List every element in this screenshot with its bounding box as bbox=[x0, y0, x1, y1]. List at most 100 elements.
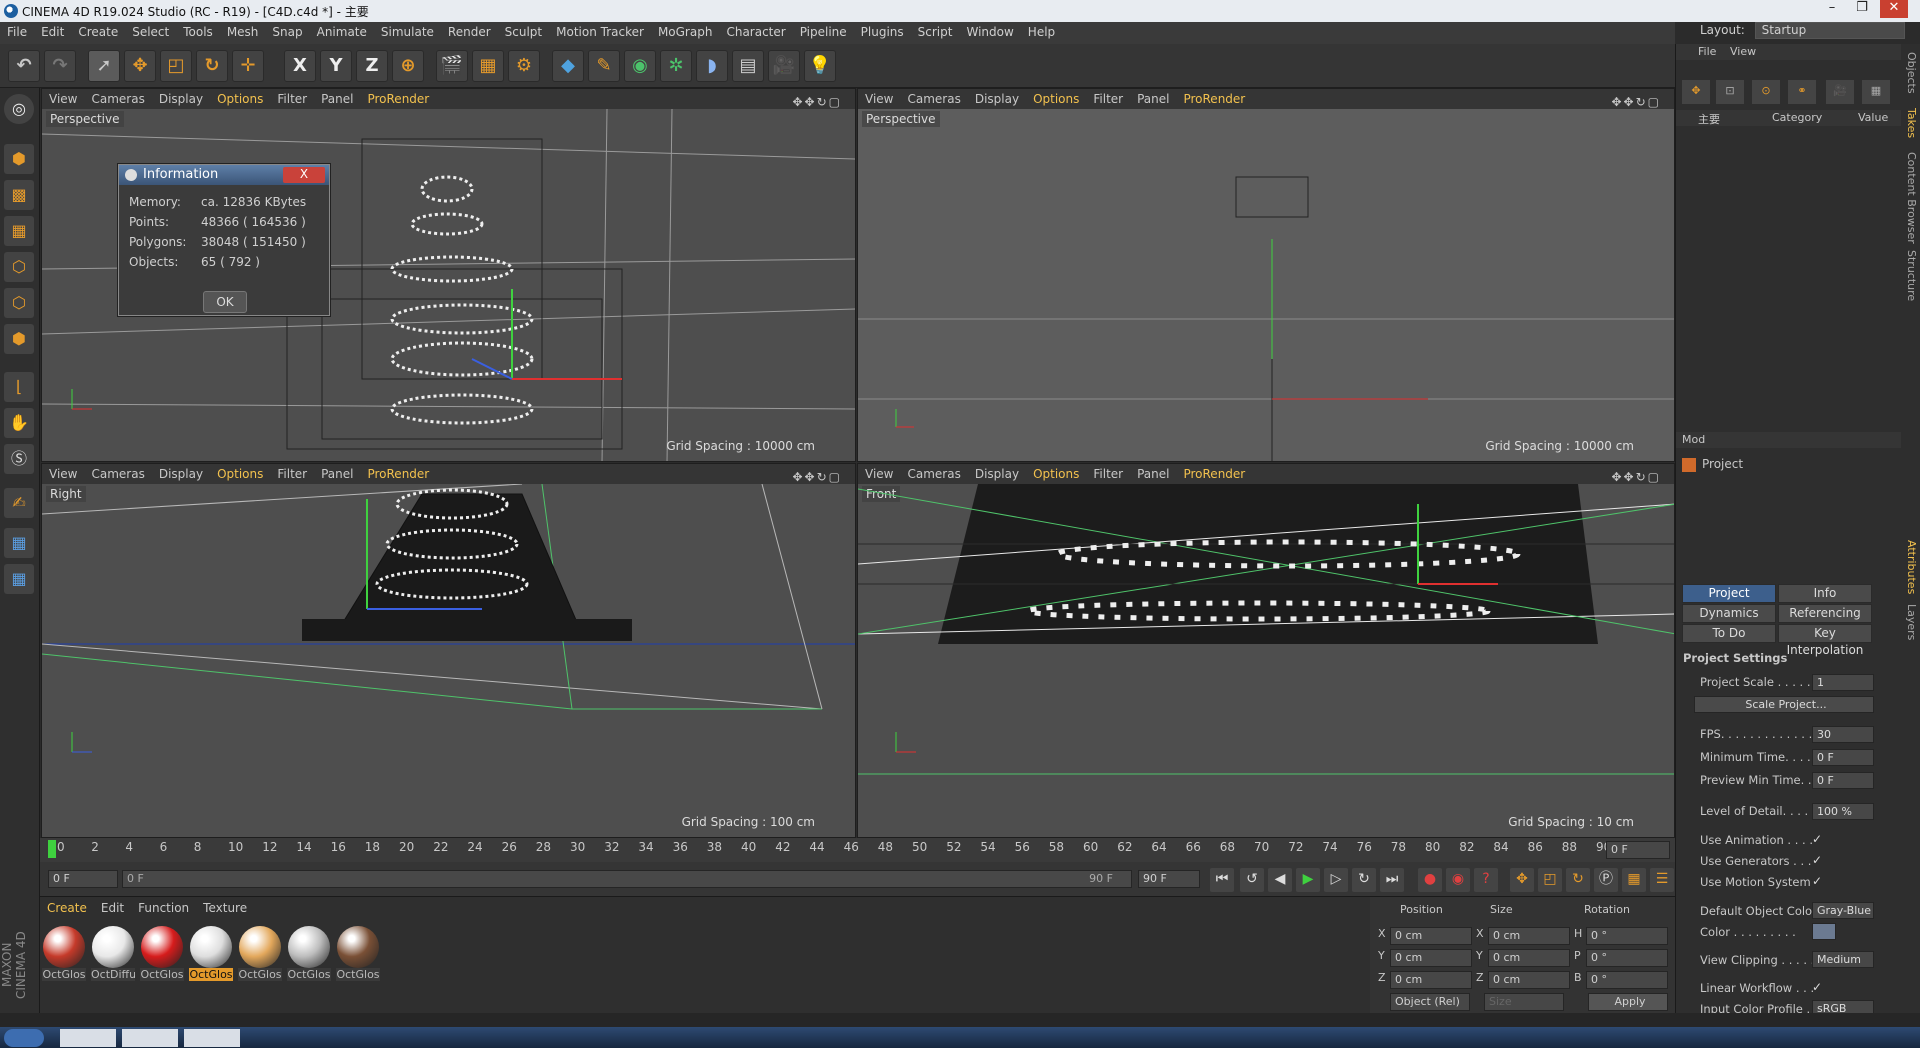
timeline-ruler[interactable]: 0 2 4 6 8 10 12 14 16 18 20 22 24 26 28 30 32 34 36 38 40 42 4… bbox=[40, 838, 1675, 862]
key-rotation-icon[interactable]: ↻ bbox=[1566, 868, 1590, 892]
rotation-field[interactable]: 0 ° bbox=[1586, 949, 1668, 967]
taskbar-item[interactable] bbox=[60, 1029, 116, 1047]
layout-selector[interactable]: Layout: Startup bbox=[1700, 22, 1905, 44]
menu-create[interactable]: Create bbox=[71, 22, 125, 39]
goto-start-icon[interactable]: ⏮ bbox=[1210, 868, 1234, 892]
mat-menu-edit[interactable]: Edit bbox=[94, 897, 131, 919]
undo-icon[interactable]: ↶ bbox=[8, 50, 40, 82]
next-key-icon[interactable]: ↻ bbox=[1352, 868, 1376, 892]
record-icon[interactable]: ● bbox=[1418, 868, 1442, 892]
viewport-front[interactable]: View Cameras Display Options Filter Panel ProR… bbox=[857, 463, 1675, 838]
vp-menu-prorender[interactable]: ProRender bbox=[1176, 464, 1252, 481]
light-icon[interactable]: 💡 bbox=[804, 50, 836, 82]
taskbar-item[interactable] bbox=[122, 1029, 178, 1047]
vp-menu-display[interactable]: Display bbox=[152, 464, 210, 481]
vp-menu-prorender[interactable]: ProRender bbox=[360, 89, 436, 106]
tab-key-interpolation[interactable]: Key Interpolation bbox=[1778, 624, 1872, 657]
rotate-icon[interactable]: ↻ bbox=[196, 50, 228, 82]
viewport-right[interactable]: View Cameras Display Options Filter Panel ProR… bbox=[41, 463, 856, 838]
material-swatch[interactable]: OctGlos bbox=[336, 926, 380, 981]
scale-project-button[interactable]: Scale Project... bbox=[1694, 696, 1874, 713]
world-coord-icon[interactable]: ⊕ bbox=[392, 50, 424, 82]
vp-menu-view[interactable]: View bbox=[858, 89, 900, 106]
apply-button[interactable]: Apply bbox=[1588, 993, 1668, 1011]
vp-menu-view[interactable]: View bbox=[42, 89, 84, 106]
next-frame-icon[interactable]: ▷ bbox=[1324, 868, 1348, 892]
vp-menu-display[interactable]: Display bbox=[968, 89, 1026, 106]
use-animation-checkbox[interactable]: ✓ bbox=[1812, 832, 1822, 846]
key-position-icon[interactable]: ✥ bbox=[1510, 868, 1534, 892]
z-axis-lock[interactable]: Z bbox=[356, 50, 388, 82]
render-picture-icon[interactable]: ▦ bbox=[472, 50, 504, 82]
current-frame-field[interactable]: 0 F bbox=[1606, 841, 1670, 859]
dialog-close-button[interactable]: X bbox=[283, 167, 325, 183]
material-swatch[interactable]: OctGlos bbox=[189, 926, 233, 981]
scale-icon[interactable]: ◰ bbox=[160, 50, 192, 82]
pen-icon[interactable]: ✎ bbox=[588, 50, 620, 82]
objects-menu-file[interactable]: File bbox=[1698, 45, 1716, 58]
vp-menu-options[interactable]: Options bbox=[1026, 464, 1086, 481]
viewport-nav-icons[interactable]: ✥✥↻▢ bbox=[1604, 92, 1668, 109]
mat-menu-texture[interactable]: Texture bbox=[196, 897, 254, 919]
takes-icon[interactable]: ✥ bbox=[1682, 80, 1710, 104]
menu-mesh[interactable]: Mesh bbox=[220, 22, 266, 39]
vp-menu-filter[interactable]: Filter bbox=[1086, 89, 1130, 106]
move-icon[interactable]: ✥ bbox=[124, 50, 156, 82]
tab-referencing[interactable]: Referencing bbox=[1778, 604, 1872, 623]
menu-snap[interactable]: Snap bbox=[265, 22, 309, 39]
size-field[interactable]: 0 cm bbox=[1488, 949, 1570, 967]
view-clipping-dropdown[interactable]: Medium bbox=[1812, 951, 1874, 968]
key-scale-icon[interactable]: ◰ bbox=[1538, 868, 1562, 892]
size-field[interactable]: 0 cm bbox=[1488, 927, 1570, 945]
menu-script[interactable]: Script bbox=[911, 22, 960, 39]
position-field[interactable]: 0 cm bbox=[1390, 971, 1472, 989]
goto-end-icon[interactable]: ⏭ bbox=[1380, 868, 1404, 892]
texture-mode-icon[interactable]: ▩ bbox=[4, 180, 34, 210]
dialog-ok-button[interactable]: OK bbox=[203, 291, 247, 313]
tweak-mode-icon[interactable]: ✋ bbox=[4, 408, 34, 438]
start-frame-field[interactable]: 0 F bbox=[48, 870, 118, 888]
vp-menu-panel[interactable]: Panel bbox=[314, 89, 360, 106]
material-swatch[interactable]: OctGlos bbox=[238, 926, 282, 981]
close-button[interactable]: ✕ bbox=[1880, 0, 1908, 18]
mat-menu-create[interactable]: Create bbox=[40, 897, 94, 919]
vp-menu-options[interactable]: Options bbox=[210, 89, 270, 106]
array-icon[interactable]: ✲ bbox=[660, 50, 692, 82]
timeline-menu-icon[interactable]: ☰ bbox=[1650, 868, 1674, 892]
redo-icon[interactable]: ↷ bbox=[44, 50, 76, 82]
autokey-icon[interactable]: ◉ bbox=[1446, 868, 1470, 892]
object-mode-icon[interactable]: ⬢ bbox=[4, 144, 34, 174]
menu-window[interactable]: Window bbox=[959, 22, 1020, 39]
color-swatch[interactable] bbox=[1812, 923, 1836, 940]
min-time-field[interactable]: 0 F bbox=[1812, 749, 1874, 766]
range-slider[interactable]: 0 F 90 F bbox=[122, 870, 1132, 888]
menu-edit[interactable]: Edit bbox=[34, 22, 71, 39]
position-field[interactable]: 0 cm bbox=[1390, 949, 1472, 967]
lod-field[interactable]: 100 % bbox=[1812, 803, 1874, 820]
menu-motion-tracker[interactable]: Motion Tracker bbox=[549, 22, 651, 39]
workplane-icon[interactable]: ▦ bbox=[4, 216, 34, 246]
side-tab-takes[interactable]: Takes bbox=[1900, 108, 1918, 148]
side-tab-structure[interactable]: Structure bbox=[1900, 250, 1918, 306]
vp-menu-cameras[interactable]: Cameras bbox=[900, 464, 967, 481]
take-link-icon[interactable]: ⚭ bbox=[1788, 80, 1816, 104]
menu-character[interactable]: Character bbox=[719, 22, 792, 39]
start-button[interactable] bbox=[4, 1029, 44, 1047]
playhead[interactable] bbox=[48, 840, 56, 858]
vp-menu-prorender[interactable]: ProRender bbox=[360, 464, 436, 481]
transform-icon[interactable]: ✛ bbox=[232, 50, 264, 82]
vp-menu-view[interactable]: View bbox=[858, 464, 900, 481]
viewport-nav-icons[interactable]: ✥✥↻▢ bbox=[1604, 467, 1668, 484]
vp-menu-panel[interactable]: Panel bbox=[1130, 89, 1176, 106]
locked-workplane-icon[interactable]: ▦ bbox=[4, 528, 34, 558]
vp-menu-options[interactable]: Options bbox=[1026, 89, 1086, 106]
deformer-icon[interactable]: ◗ bbox=[696, 50, 728, 82]
rotation-field[interactable]: 0 ° bbox=[1586, 971, 1668, 989]
project-scale-field[interactable]: 1 bbox=[1812, 674, 1874, 691]
minimize-button[interactable]: – bbox=[1818, 0, 1846, 18]
material-swatch[interactable]: OctDiffu bbox=[91, 926, 135, 981]
take-camera-icon[interactable]: 🎥 bbox=[1826, 80, 1854, 104]
preview-min-field[interactable]: 0 F bbox=[1812, 772, 1874, 789]
model-mode-icon[interactable]: ◎ bbox=[4, 94, 34, 124]
end-frame-field[interactable]: 90 F bbox=[1138, 870, 1200, 888]
